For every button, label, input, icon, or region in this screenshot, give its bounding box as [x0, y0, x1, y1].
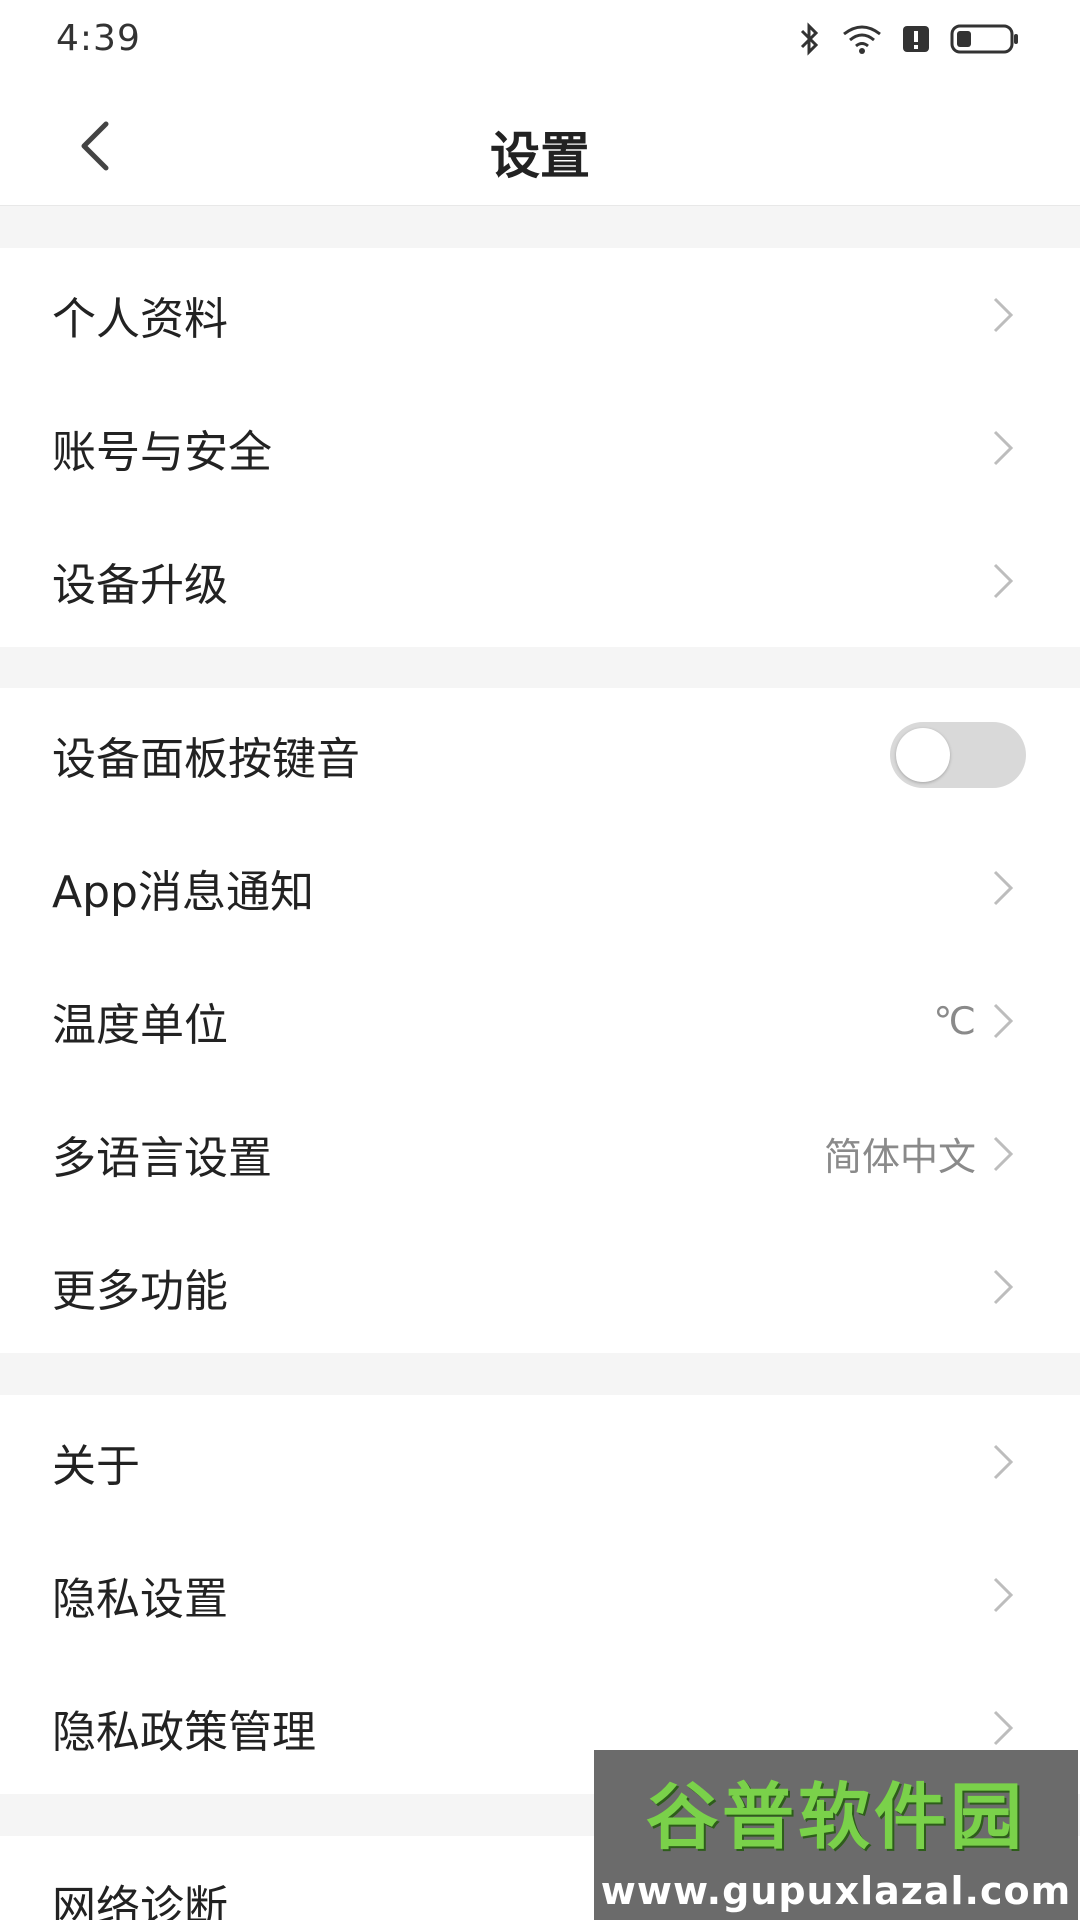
row-temperature-unit[interactable]: 温度单位 ℃	[0, 954, 1080, 1087]
alert-icon	[902, 25, 930, 53]
row-label: 个人资料	[52, 293, 228, 345]
chevron-right-icon	[990, 295, 1016, 335]
row-app-notifications[interactable]: App消息通知	[0, 821, 1080, 954]
chevron-right-icon	[990, 1575, 1016, 1615]
row-label: 设备升级	[52, 559, 228, 611]
row-label: App消息通知	[52, 866, 314, 918]
row-language[interactable]: 多语言设置 简体中文	[0, 1087, 1080, 1220]
battery-icon	[950, 23, 1020, 55]
toggle-knob	[896, 728, 950, 782]
watermark-url: www.gupuxlazal.com	[600, 1868, 1072, 1913]
row-label: 设备面板按键音	[52, 733, 360, 785]
watermark: 谷普软件园 www.gupuxlazal.com	[594, 1750, 1078, 1920]
status-bar: 4:39	[0, 0, 1080, 88]
row-label: 温度单位	[52, 999, 228, 1051]
row-label: 更多功能	[52, 1265, 228, 1317]
chevron-right-icon	[990, 428, 1016, 468]
row-profile[interactable]: 个人资料	[0, 248, 1080, 381]
row-panel-key-sound: 设备面板按键音	[0, 688, 1080, 821]
key-sound-toggle[interactable]	[890, 722, 1026, 788]
chevron-right-icon	[990, 1708, 1016, 1748]
chevron-right-icon	[990, 561, 1016, 601]
row-privacy-settings[interactable]: 隐私设置	[0, 1528, 1080, 1661]
row-value: ℃	[933, 998, 976, 1043]
row-label: 关于	[52, 1440, 140, 1492]
row-label: 隐私设置	[52, 1573, 228, 1625]
watermark-text: 谷普软件园	[645, 1774, 1026, 1859]
row-account-security[interactable]: 账号与安全	[0, 381, 1080, 514]
chevron-right-icon	[990, 1442, 1016, 1482]
bluetooth-icon	[798, 22, 822, 56]
chevron-right-icon	[990, 1001, 1016, 1041]
row-about[interactable]: 关于	[0, 1395, 1080, 1528]
chevron-right-icon	[990, 1267, 1016, 1307]
page-title: 设置	[490, 127, 590, 185]
row-value: 简体中文	[823, 1135, 976, 1179]
app-header: 设置	[0, 88, 1080, 206]
settings-group-1: 个人资料 账号与安全 设备升级	[0, 248, 1080, 647]
settings-group-2: 设备面板按键音 App消息通知 温度单位 ℃ 多语言设置 简体中文 更多功能	[0, 688, 1080, 1353]
row-label: 多语言设置	[52, 1132, 272, 1184]
status-time: 4:39	[56, 18, 141, 59]
row-label: 账号与安全	[52, 426, 272, 478]
chevron-right-icon	[990, 1134, 1016, 1174]
row-device-upgrade[interactable]: 设备升级	[0, 514, 1080, 647]
chevron-right-icon	[990, 868, 1016, 908]
status-icons	[798, 22, 1020, 56]
settings-group-3: 关于 隐私设置 隐私政策管理	[0, 1395, 1080, 1794]
wifi-icon	[842, 24, 882, 54]
row-more-features[interactable]: 更多功能	[0, 1220, 1080, 1353]
